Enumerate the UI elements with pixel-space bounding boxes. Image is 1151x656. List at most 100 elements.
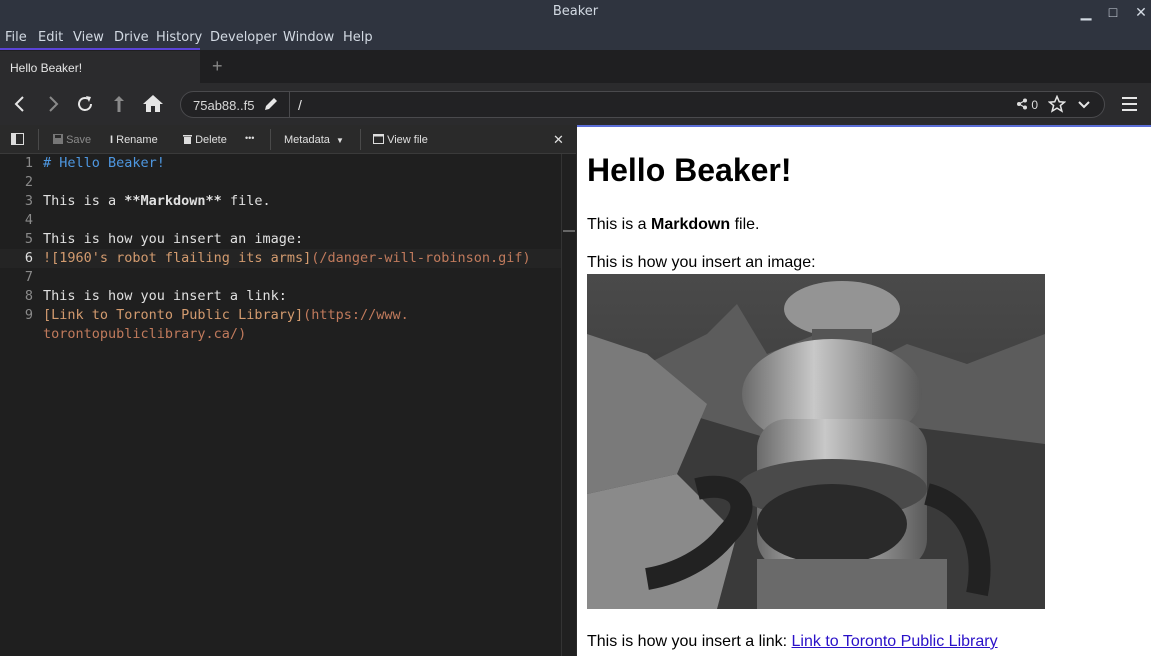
link-text-segment: [Link to Toronto Public Library] [43, 307, 304, 323]
reload-icon[interactable] [73, 92, 97, 116]
code-line-wrapped: torontopubliclibrary.ca/) [0, 325, 561, 344]
scrollbar-marker [563, 230, 575, 232]
new-tab-button[interactable]: + [212, 56, 223, 77]
caret-down-icon: ▼ [335, 136, 344, 145]
menu-edit[interactable]: Edit [38, 30, 63, 45]
code-line: 1 # Hello Beaker! [0, 154, 561, 173]
editor-toolbar: Save I Rename Delete ••• Metadata ▼ View… [0, 125, 576, 154]
link-text-segment: ![1960's robot flailing its arms] [43, 250, 312, 266]
bold-segment: Markdown [651, 216, 731, 233]
line-text: This is a **Markdown** file. [43, 193, 271, 209]
text-segment: This is a [587, 216, 652, 233]
title-bar: Beaker ▁ □ ✕ [0, 0, 1151, 24]
site-origin[interactable]: 75ab88..f5 [193, 98, 254, 113]
menu-view[interactable]: View [73, 30, 104, 45]
more-options-button[interactable]: ••• [245, 133, 254, 143]
trash-icon [183, 135, 192, 144]
text-segment: This is how you insert a link: [587, 633, 792, 650]
star-icon[interactable] [1047, 94, 1067, 116]
text-segment: file. [221, 193, 271, 209]
navigation-bar: 75ab88..f5 / 0 [0, 83, 1151, 125]
tab-hello-beaker[interactable]: Hello Beaker! [0, 51, 200, 83]
delete-button[interactable]: Delete [183, 134, 227, 146]
rename-button[interactable]: I Rename [110, 134, 158, 146]
line-number: 1 [24, 155, 33, 171]
menu-window[interactable]: Window [283, 30, 334, 45]
line-number: 2 [24, 174, 33, 190]
metadata-dropdown[interactable]: Metadata ▼ [284, 134, 344, 146]
robot-image [587, 274, 1045, 609]
url-segment: (https://www. [303, 307, 409, 323]
text-segment: file. [730, 216, 760, 233]
delete-label: Delete [195, 134, 227, 146]
line-number: 7 [24, 269, 33, 285]
line-number: 6 [24, 250, 33, 266]
text-segment: This is a [43, 193, 125, 209]
editor-pane: Save I Rename Delete ••• Metadata ▼ View… [0, 125, 576, 656]
minimize-button[interactable]: ▁ [1076, 2, 1096, 22]
preview-paragraph: This is how you insert a link: Link to T… [587, 633, 998, 651]
line-number: 3 [24, 193, 33, 209]
url-segment: (/danger-will-robinson.gif) [311, 250, 531, 266]
close-window-button[interactable]: ✕ [1131, 2, 1151, 22]
close-editor-button[interactable]: ✕ [553, 132, 564, 148]
code-line: 2 [0, 173, 561, 192]
line-text: # Hello Beaker! [43, 155, 165, 171]
preview-paragraph: This is how you insert an image: [587, 254, 816, 271]
menu-drive[interactable]: Drive [114, 30, 149, 45]
hamburger-menu-icon[interactable] [1120, 95, 1140, 118]
view-file-label: View file [387, 134, 428, 146]
window-title: Beaker [552, 4, 599, 19]
line-text: This is how you insert an image: [43, 231, 304, 247]
save-label: Save [66, 134, 92, 146]
menu-history[interactable]: History [156, 30, 202, 45]
preview-pane: Hello Beaker! This is a Markdown file. T… [577, 125, 1151, 656]
back-icon[interactable] [8, 92, 32, 116]
pencil-icon[interactable] [263, 96, 279, 115]
code-line: 3 This is a **Markdown** file. [0, 192, 561, 211]
line-number: 9 [24, 307, 33, 323]
metadata-label: Metadata [284, 134, 330, 146]
share-count: 0 [1031, 98, 1039, 112]
share-button[interactable]: 0 [1016, 98, 1038, 112]
rename-label: Rename [116, 134, 158, 146]
save-button[interactable]: Save [53, 134, 91, 146]
menu-bar: File Edit View Drive History Developer W… [0, 24, 1151, 50]
line-text: This is how you insert a link: [43, 288, 287, 304]
code-line: 5 This is how you insert an image: [0, 230, 561, 249]
window-icon [373, 134, 384, 144]
home-icon[interactable] [141, 92, 165, 116]
preview-paragraph: This is a Markdown file. [587, 216, 759, 234]
code-line: 9 [Link to Toronto Public Library](https… [0, 306, 561, 325]
toolbar-divider [270, 129, 271, 150]
toronto-library-link[interactable]: Link to Toronto Public Library [792, 633, 998, 650]
code-line: 4 [0, 211, 561, 230]
up-directory-icon[interactable] [107, 92, 131, 116]
forward-icon[interactable] [41, 92, 65, 116]
line-number: 5 [24, 231, 33, 247]
code-line-active: 6 ![1960's robot flailing its arms](/dan… [0, 249, 561, 268]
toolbar-divider [38, 129, 39, 150]
code-editor[interactable]: 1 # Hello Beaker! 2 3 This is a **Markdo… [0, 154, 561, 656]
toggle-sidebar-icon[interactable] [11, 133, 24, 148]
menu-file[interactable]: File [5, 30, 27, 45]
url-path[interactable]: / [298, 97, 302, 113]
line-number: 4 [24, 212, 33, 228]
view-file-button[interactable]: View file [373, 134, 428, 146]
toolbar-divider [360, 129, 361, 150]
maximize-button[interactable]: □ [1103, 2, 1123, 22]
line-text: [Link to Toronto Public Library](https:/… [43, 307, 409, 323]
bold-segment: **Markdown** [124, 193, 222, 209]
code-line: 7 [0, 268, 561, 287]
menu-help[interactable]: Help [343, 30, 373, 45]
menu-developer[interactable]: Developer [210, 30, 277, 45]
url-bar[interactable]: 75ab88..f5 / 0 [180, 91, 1105, 118]
preview-heading: Hello Beaker! [587, 152, 792, 188]
url-segment: torontopubliclibrary.ca/) [43, 326, 247, 342]
tab-strip: Hello Beaker! + [0, 50, 1151, 83]
code-line: 8 This is how you insert a link: [0, 287, 561, 306]
text-cursor-icon: I [110, 134, 114, 146]
line-text: ![1960's robot flailing its arms](/dange… [43, 250, 531, 266]
chevron-down-icon[interactable] [1076, 96, 1092, 115]
line-number: 8 [24, 288, 33, 304]
